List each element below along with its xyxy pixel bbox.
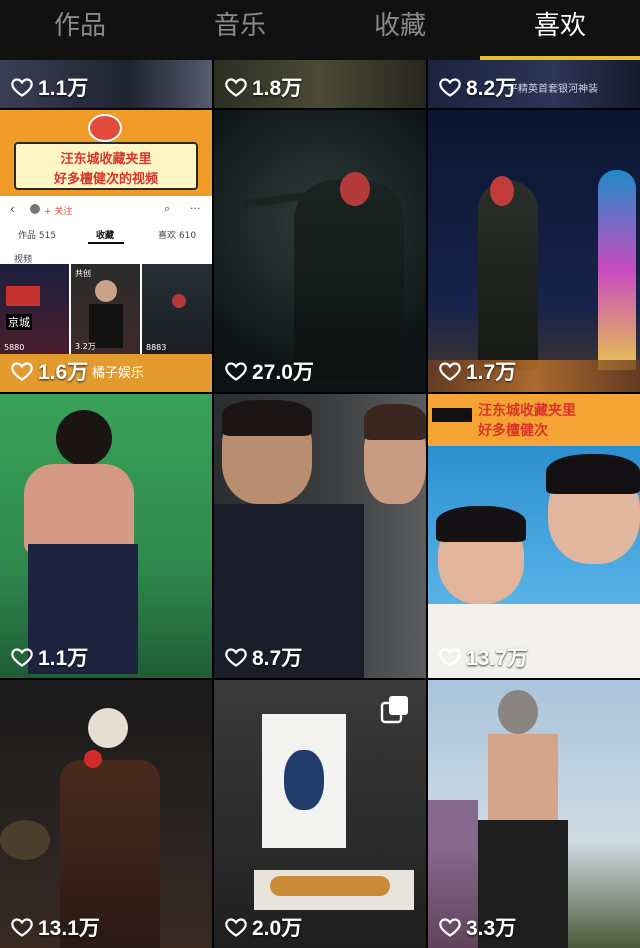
profile-tab: 作品 515 (18, 231, 57, 241)
video-tile[interactable]: 3.3万 (428, 680, 640, 948)
mascot-icon (88, 114, 122, 142)
like-count: 8.2万 (438, 72, 516, 102)
like-count: 13.1万 (10, 912, 100, 942)
video-tile[interactable]: 1.1万 (0, 394, 212, 678)
video-tile[interactable]: 27.0万 (214, 110, 426, 392)
heart-icon (225, 362, 247, 381)
banner-line: 好多檀健次 (478, 423, 548, 439)
like-count: 1.6万 (10, 356, 88, 386)
heart-icon (225, 918, 247, 937)
heart-icon (11, 918, 33, 937)
profile-tab: 收藏 (96, 231, 115, 241)
thumb-count: 5880 (4, 343, 25, 352)
video-tile[interactable]: 汪东城收藏夹里 好多檀健次 13.7万 (428, 394, 640, 678)
tab-likes[interactable]: 喜欢 (480, 8, 640, 44)
video-banner: 汪东城收藏夹里 好多檀健次的视频 (0, 110, 212, 196)
video-tile[interactable]: 1.8万 (214, 60, 426, 108)
heart-icon (439, 648, 461, 667)
heart-icon (439, 918, 461, 937)
brand-watermark: 橘子娱乐 (92, 366, 145, 381)
like-count: 27.0万 (224, 356, 314, 386)
thumb-count: 3.2万 (75, 342, 96, 351)
like-count: 3.3万 (438, 912, 516, 942)
more-icon: ··· (190, 202, 201, 215)
video-tile[interactable]: 1.7万 (428, 110, 640, 392)
like-count: 1.1万 (10, 72, 88, 102)
banner-line: 汪东城收藏夹里 (60, 152, 152, 167)
image-set-tile[interactable]: 2.0万 (214, 680, 426, 948)
heart-icon (11, 648, 33, 667)
profile-screenshot: ‹ + 关注 ⌕ ··· 作品 515 收藏 喜欢 610 视频 京城 5880… (0, 196, 212, 366)
multi-image-icon (380, 696, 408, 724)
like-count: 1.1万 (10, 642, 88, 672)
banner-line: 好多檀健次的视频 (53, 172, 158, 187)
banner-line: 汪东城收藏夹里 (478, 403, 576, 419)
thumb-count: 8883 (146, 343, 167, 352)
sunglasses-icon (432, 408, 472, 422)
like-count: 1.7万 (438, 356, 516, 386)
like-count: 8.7万 (224, 642, 302, 672)
follow-label: + 关注 (44, 207, 73, 217)
thumb-label: 共创 (75, 269, 91, 278)
profile-tab-bar: 作品 音乐 收藏 喜欢 (0, 0, 640, 60)
video-tile[interactable]: 1.1万 (0, 60, 212, 108)
heart-icon (225, 648, 247, 667)
video-tile[interactable]: 13.1万 (0, 680, 212, 948)
tab-works[interactable]: 作品 (0, 8, 160, 44)
heart-icon (439, 362, 461, 381)
heart-icon (11, 78, 33, 97)
avatar (30, 204, 40, 214)
like-count: 1.8万 (224, 72, 302, 102)
search-icon: ⌕ (164, 202, 171, 215)
video-banner: 汪东城收藏夹里 好多檀健次 (428, 394, 640, 446)
profile-tab-underline (88, 242, 124, 244)
tab-favorites[interactable]: 收藏 (320, 8, 480, 44)
video-tile[interactable]: 汪东城收藏夹里 好多檀健次的视频 ‹ + 关注 ⌕ ··· 作品 515 收藏 … (0, 110, 212, 392)
liked-videos-grid: 1.1万 1.8万 平精英首套银河神装 8.2万 汪东城收藏夹里 好多檀健次的视… (0, 60, 640, 948)
tab-music[interactable]: 音乐 (160, 8, 320, 44)
video-tile[interactable]: 平精英首套银河神装 8.2万 (428, 60, 640, 108)
like-count: 2.0万 (224, 912, 302, 942)
like-count: 13.7万 (438, 642, 528, 672)
profile-tab: 喜欢 610 (158, 231, 197, 241)
heart-icon (11, 362, 33, 381)
heart-icon (439, 78, 461, 97)
video-tile[interactable]: 8.7万 (214, 394, 426, 678)
video-caption: 平精英首套银河神装 (508, 84, 598, 95)
heart-icon (225, 78, 247, 97)
thumb-label: 京城 (6, 314, 32, 330)
back-icon: ‹ (10, 202, 15, 216)
